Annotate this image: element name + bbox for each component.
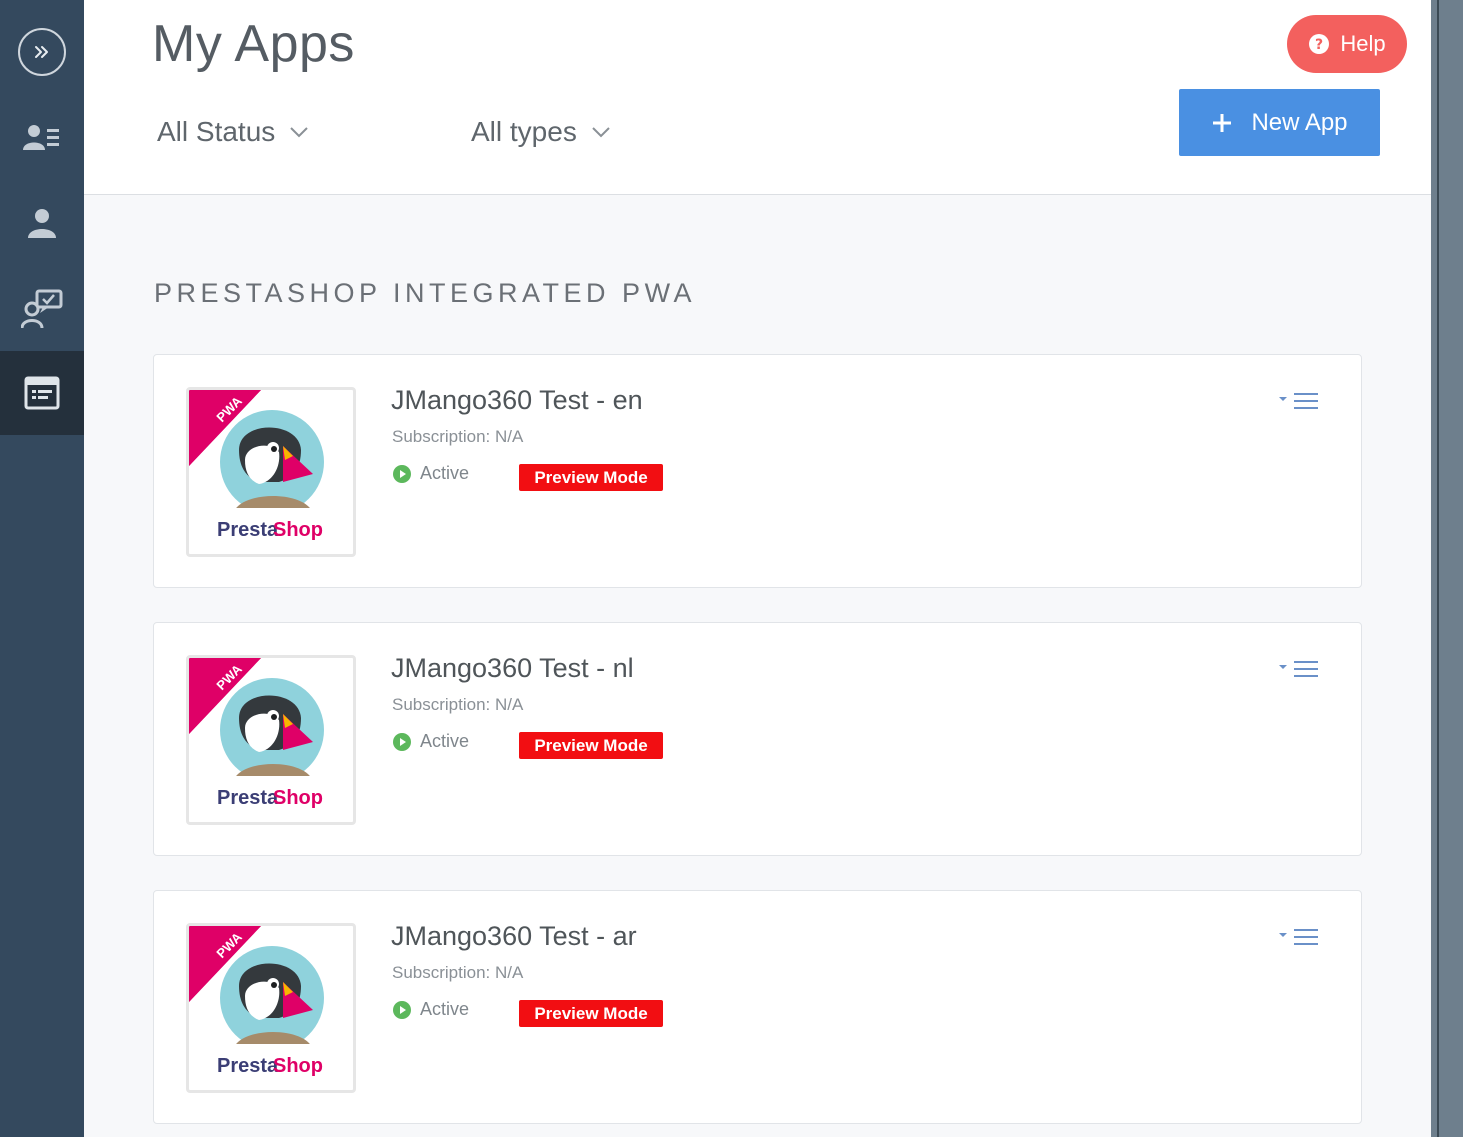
app-options-menu[interactable] (1278, 659, 1322, 681)
play-circle-icon (393, 732, 411, 751)
app-status-label: Active (420, 463, 470, 483)
app-options-menu[interactable] (1278, 391, 1322, 413)
svg-text:Shop: Shop (273, 1055, 323, 1077)
window-edge-line (1437, 0, 1439, 1137)
app-thumbnail: PWA Presta Shop (186, 655, 356, 825)
app-status: Active (392, 731, 469, 752)
svg-text:Presta: Presta (217, 519, 279, 541)
app-status-label: Active (420, 999, 470, 1019)
sidebar-item-user[interactable] (0, 181, 84, 265)
svg-text:Presta: Presta (217, 1055, 279, 1077)
app-status: Active (392, 463, 469, 484)
app-thumbnail: PWA Presta Shop (186, 387, 356, 557)
sidebar (0, 0, 84, 1137)
app-name[interactable]: JMango360 Test - ar (391, 921, 637, 952)
dropdown-menu-icon (1279, 661, 1318, 677)
help-label: Help (1340, 31, 1386, 56)
new-app-button[interactable]: New App (1179, 89, 1380, 156)
svg-text:Shop: Shop (273, 519, 323, 541)
type-filter-label: All types (471, 116, 577, 147)
section-title: PRESTASHOP INTEGRATED PWA (154, 278, 697, 308)
app-card[interactable]: PWA Presta Shop JMango360 Test - en Subs… (153, 354, 1362, 588)
app-subscription: Subscription: N/A (392, 695, 524, 714)
chevron-down-icon (290, 127, 308, 138)
sidebar-item-feedback[interactable] (0, 267, 84, 351)
new-app-label: New App (1251, 108, 1348, 136)
status-filter-dropdown[interactable]: All Status (157, 116, 309, 148)
preview-mode-badge: Preview Mode (519, 464, 663, 491)
svg-text:Presta: Presta (217, 787, 279, 809)
sidebar-item-contacts[interactable] (0, 96, 84, 180)
app-status: Active (392, 999, 469, 1020)
apps-window-icon (24, 376, 60, 410)
user-icon (28, 209, 56, 238)
page-title: My Apps (152, 15, 355, 73)
app-thumbnail: PWA Presta Shop (186, 923, 356, 1093)
app-name[interactable]: JMango360 Test - en (391, 385, 643, 416)
status-filter-label: All Status (157, 116, 276, 147)
expand-chevrons-icon (18, 28, 66, 76)
dropdown-menu-icon (1279, 393, 1318, 409)
app-card[interactable]: PWA Presta Shop JMango360 Test - ar Subs… (153, 890, 1362, 1124)
contacts-list-icon (23, 125, 59, 150)
app-options-menu[interactable] (1278, 927, 1322, 949)
user-feedback-icon (21, 289, 63, 329)
svg-text:?: ? (1315, 37, 1323, 53)
help-button[interactable]: ? Help (1287, 15, 1407, 73)
chevron-down-icon (592, 127, 610, 138)
dropdown-menu-icon (1279, 929, 1318, 945)
sidebar-expand-button[interactable] (0, 10, 84, 94)
type-filter-dropdown[interactable]: All types (471, 116, 611, 148)
play-circle-icon (393, 1000, 411, 1019)
page-header: My Apps All Status All types ? Help New … (84, 0, 1431, 195)
sidebar-item-apps[interactable] (0, 351, 84, 435)
app-subscription: Subscription: N/A (392, 963, 524, 982)
window-edge (1431, 0, 1463, 1137)
play-circle-icon (393, 464, 411, 483)
app-subscription: Subscription: N/A (392, 427, 524, 446)
preview-mode-badge: Preview Mode (519, 732, 663, 759)
app-card[interactable]: PWA Presta Shop JMango360 Test - nl Subs… (153, 622, 1362, 856)
svg-text:Shop: Shop (273, 787, 323, 809)
question-circle-icon: ? (1309, 34, 1330, 54)
preview-mode-badge: Preview Mode (519, 1000, 663, 1027)
app-name[interactable]: JMango360 Test - nl (391, 653, 634, 684)
plus-icon (1213, 113, 1232, 132)
app-status-label: Active (420, 731, 470, 751)
